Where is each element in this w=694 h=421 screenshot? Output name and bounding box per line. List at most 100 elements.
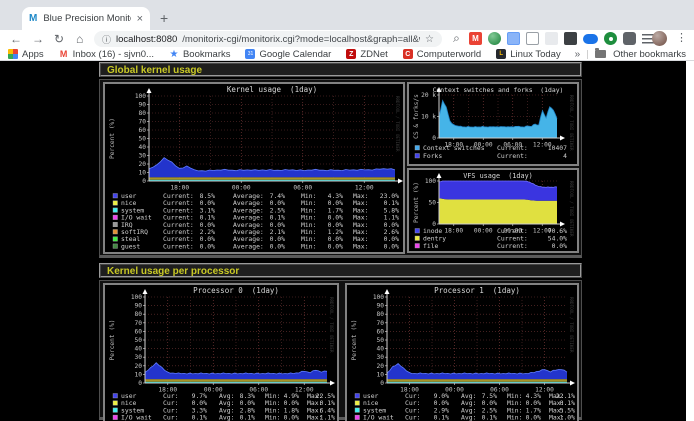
- bookmark-linux-today[interactable]: LLinux Today: [496, 49, 561, 60]
- svg-text:0.1%: 0.1%: [240, 414, 256, 421]
- bookmark-computerworld[interactable]: C Computerworld: [403, 49, 481, 60]
- svg-text:I/O wait: I/O wait: [363, 414, 394, 421]
- forward-icon[interactable]: →: [32, 32, 44, 46]
- svg-text:50: 50: [139, 136, 147, 143]
- cpu1-graph: 100908070605040302010018:0000:0006:0012:…: [347, 285, 577, 421]
- svg-text:Min:: Min:: [507, 414, 522, 421]
- page-info-icon[interactable]: ⓘ: [102, 33, 111, 46]
- svg-text:Kernel usage (1day): Kernel usage (1day): [227, 85, 317, 94]
- svg-text:RRDTOOL / TOBI OETIKER: RRDTOOL / TOBI OETIKER: [329, 297, 334, 353]
- svg-text:Current:: Current:: [163, 242, 194, 250]
- svg-text:60: 60: [377, 328, 385, 335]
- svg-text:0.1%: 0.1%: [482, 414, 498, 421]
- vfs-chart[interactable]: 10050018:0000:0006:0012:00VFS usage (1da…: [407, 168, 579, 253]
- gmail-extension-icon[interactable]: M: [469, 32, 482, 45]
- bookmark-label: ZDNet: [360, 49, 387, 60]
- svg-text:Processor 1 (1day): Processor 1 (1day): [434, 286, 520, 295]
- app-extension-icon[interactable]: [564, 32, 577, 45]
- svg-text:Percent (%): Percent (%): [351, 320, 358, 361]
- bookmarks-overflow-icon[interactable]: »: [575, 49, 581, 60]
- docs-extension-icon[interactable]: [507, 32, 520, 45]
- monitorix-main-panel: Global kernel usage Kernel usage per pro…: [96, 61, 585, 421]
- svg-text:30: 30: [377, 354, 385, 361]
- box-extension-icon[interactable]: [526, 32, 539, 45]
- vfs-graph: 10050018:0000:0006:0012:00VFS usage (1da…: [409, 170, 577, 251]
- section-title-kernel-usage-per-processor: Kernel usage per processor: [99, 263, 582, 278]
- svg-text:0.0%: 0.0%: [526, 414, 542, 421]
- messenger-extension-icon[interactable]: [583, 34, 598, 44]
- svg-text:20: 20: [377, 363, 385, 370]
- cpu1-chart[interactable]: 100908070605040302010018:0000:0006:0012:…: [345, 283, 579, 421]
- kernel-chart[interactable]: 100908070605040302010018:0000:0006:0012:…: [103, 82, 405, 254]
- svg-text:Current:: Current:: [497, 144, 528, 152]
- svg-text:Context switches: Context switches: [423, 144, 485, 152]
- svg-text:40: 40: [377, 346, 385, 353]
- bookmark-inbox-16-sjvn0[interactable]: MInbox (16) - sjvn0...: [59, 49, 154, 60]
- svg-text:100: 100: [373, 294, 384, 301]
- svg-text:70: 70: [135, 320, 143, 327]
- tab-close-icon[interactable]: ×: [137, 13, 143, 25]
- home-icon[interactable]: ⌂: [76, 32, 83, 46]
- bookmark-star-icon[interactable]: ☆: [425, 34, 434, 45]
- back-icon[interactable]: ←: [10, 32, 22, 46]
- svg-text:20: 20: [135, 363, 143, 370]
- svg-text:Cur:: Cur:: [163, 414, 178, 421]
- svg-text:20: 20: [139, 161, 147, 168]
- svg-text:Percent (%): Percent (%): [413, 182, 420, 223]
- section-title-global-kernel-usage: Global kernel usage: [99, 62, 582, 77]
- profile-avatar[interactable]: [652, 31, 667, 46]
- evernote-extension-icon[interactable]: [604, 32, 617, 45]
- svg-text:Percent (%): Percent (%): [109, 118, 116, 159]
- svg-text:60: 60: [139, 127, 147, 134]
- svg-text:RRDTOOL / TOBI OETIKER: RRDTOOL / TOBI OETIKER: [569, 181, 574, 237]
- svg-text:90: 90: [139, 102, 147, 109]
- svg-text:100: 100: [425, 178, 436, 185]
- svg-text:06:00: 06:00: [293, 185, 312, 192]
- bookmark-label: Apps: [22, 49, 44, 60]
- svg-text:0.1%: 0.1%: [434, 414, 450, 421]
- svg-text:Forks: Forks: [423, 152, 442, 160]
- new-tab-button[interactable]: +: [160, 10, 168, 26]
- address-bar[interactable]: ⓘ localhost:8080 /monitorix-cgi/monitori…: [94, 31, 442, 47]
- svg-text:50: 50: [135, 337, 143, 344]
- bookmark-zdnet[interactable]: ZZDNet: [346, 49, 387, 60]
- svg-text:1.1%: 1.1%: [320, 414, 336, 421]
- svg-text:0: 0: [138, 380, 142, 387]
- menu-kebab-icon[interactable]: ⋮: [676, 31, 687, 44]
- browser-tab[interactable]: M Blue Precision Monitorix ×: [22, 7, 150, 30]
- bookmark-google-calendar[interactable]: 31Google Calendar: [245, 49, 331, 60]
- computerworld-icon: C: [403, 49, 413, 59]
- bookmark-bookmarks[interactable]: ★Bookmarks: [169, 49, 231, 60]
- svg-text:Current:: Current:: [497, 152, 528, 160]
- ctxt-chart[interactable]: 20 k10 k018:0000:0006:0012:00Context swi…: [407, 82, 579, 166]
- other-bookmarks-button[interactable]: Other bookmarks: [613, 49, 686, 60]
- svg-text:90: 90: [135, 303, 143, 310]
- linux-today-icon: L: [496, 49, 506, 59]
- svg-text:CS & forks/s: CS & forks/s: [413, 94, 420, 139]
- svg-text:30: 30: [139, 153, 147, 160]
- cast-extension-icon[interactable]: [545, 32, 558, 45]
- svg-text:90: 90: [377, 303, 385, 310]
- reload-icon[interactable]: ↻: [54, 32, 64, 46]
- svg-text:0.0%: 0.0%: [552, 242, 568, 250]
- bookmark-label: Computerworld: [417, 49, 481, 60]
- bookmark-apps[interactable]: Apps: [8, 49, 44, 60]
- cpu0-chart[interactable]: 100908070605040302010018:0000:0006:0012:…: [103, 283, 339, 421]
- globe-extension-icon[interactable]: [488, 32, 501, 45]
- bookmark-label: Bookmarks: [183, 49, 231, 60]
- svg-text:Avg:: Avg:: [461, 414, 476, 421]
- search-extension-icon[interactable]: ⌕: [450, 32, 463, 45]
- puzzle-extension-icon[interactable]: [623, 32, 636, 45]
- svg-text:10 k: 10 k: [421, 114, 436, 121]
- svg-text:file: file: [423, 242, 439, 250]
- svg-text:VFS usage (1day): VFS usage (1day): [463, 172, 533, 180]
- svg-text:0: 0: [380, 380, 384, 387]
- extension-icons-row: ⌕M: [450, 32, 654, 45]
- page-content: Global kernel usage Kernel usage per pro…: [0, 61, 686, 421]
- tab-title: Blue Precision Monitorix: [43, 13, 130, 24]
- svg-text:10: 10: [139, 170, 147, 177]
- svg-text:30: 30: [135, 354, 143, 361]
- monitorix-favicon: M: [29, 13, 37, 24]
- svg-text:10: 10: [377, 371, 385, 378]
- apps-grid-icon: [8, 49, 18, 59]
